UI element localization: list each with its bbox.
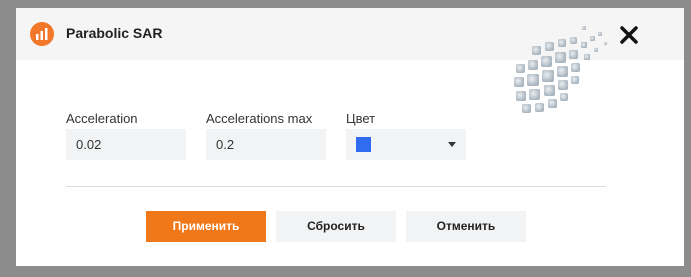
indicator-settings-dialog: Parabolic SAR Acceleration 0.02 Accelera… [16, 8, 684, 266]
color-label: Цвет [346, 111, 376, 126]
apply-button[interactable]: Применить [146, 211, 266, 242]
acceleration-max-label: Accelerations max [206, 111, 313, 126]
divider [66, 186, 606, 187]
indicator-chart-icon [30, 22, 54, 46]
cancel-button[interactable]: Отменить [406, 211, 526, 242]
acceleration-label: Acceleration [66, 111, 138, 126]
close-icon[interactable] [618, 24, 640, 46]
color-swatch [356, 137, 371, 152]
color-select[interactable] [346, 129, 466, 160]
chevron-down-icon [448, 142, 456, 147]
dialog-title: Parabolic SAR [66, 25, 163, 41]
acceleration-input[interactable]: 0.02 [66, 129, 186, 160]
reset-button[interactable]: Сбросить [276, 211, 396, 242]
sphere-logo-icon [502, 20, 610, 120]
acceleration-max-input[interactable]: 0.2 [206, 129, 326, 160]
